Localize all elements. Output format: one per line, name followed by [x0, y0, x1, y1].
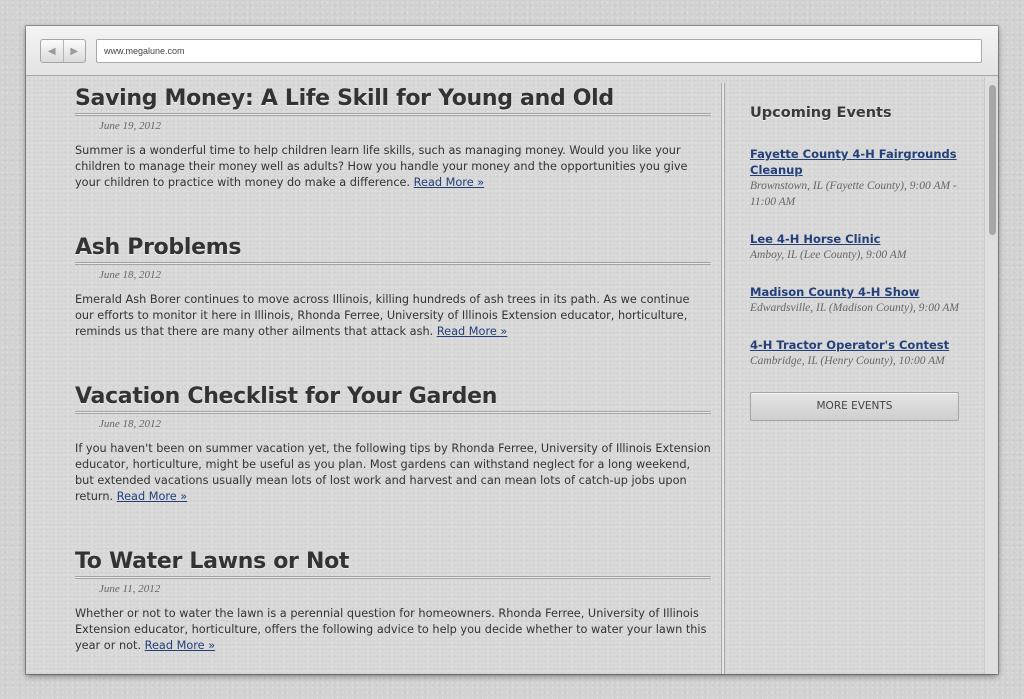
post-date: June 18, 2012: [99, 418, 162, 430]
post-date: June 19, 2012: [99, 120, 162, 132]
forward-button[interactable]: ▶: [62, 40, 86, 62]
event-link[interactable]: Lee 4-H Horse Clinic: [750, 231, 962, 247]
events-sidebar: Upcoming Events Fayette County 4-H Fairg…: [750, 104, 962, 421]
post-title[interactable]: Saving Money: A Life Skill for Young and…: [75, 85, 711, 113]
post: Ash Problems June 18, 2012 Emerald Ash B…: [75, 234, 711, 340]
post-date: June 11, 2012: [99, 583, 161, 595]
event-details: Amboy, IL (Lee County), 9:00 AM: [750, 249, 907, 261]
scrollbar-thumb[interactable]: [989, 85, 996, 235]
event-item: Madison County 4-H Show Edwardsville, IL…: [750, 284, 962, 316]
post: Saving Money: A Life Skill for Young and…: [75, 85, 711, 191]
event-link[interactable]: 4-H Tractor Operator's Contest: [750, 337, 962, 353]
read-more-link[interactable]: Read More »: [145, 639, 215, 652]
event-link[interactable]: Fayette County 4-H Fairgrounds Cleanup: [750, 146, 962, 178]
post: Vacation Checklist for Your Garden June …: [75, 383, 711, 505]
browser-window: ◀ ▶ www.megalune.com Saving Money: A Lif…: [26, 26, 998, 674]
more-events-button[interactable]: MORE EVENTS: [750, 392, 959, 421]
address-bar[interactable]: www.megalune.com: [96, 39, 982, 63]
post-title[interactable]: To Water Lawns or Not: [75, 548, 711, 576]
title-divider: [75, 113, 711, 116]
title-divider: [75, 411, 711, 414]
back-button[interactable]: ◀: [41, 40, 63, 62]
post: To Water Lawns or Not June 11, 2012 Whet…: [75, 548, 711, 654]
back-arrow-icon: ◀: [47, 45, 56, 57]
title-divider: [75, 262, 711, 265]
post-excerpt: If you haven't been on summer vacation y…: [75, 441, 711, 505]
sidebar-title: Upcoming Events: [750, 105, 892, 121]
read-more-link[interactable]: Read More »: [414, 176, 484, 189]
read-more-link[interactable]: Read More »: [437, 325, 507, 338]
forward-arrow-icon: ▶: [70, 45, 79, 57]
event-link[interactable]: Madison County 4-H Show: [750, 284, 962, 300]
post-excerpt: Whether or not to water the lawn is a pe…: [75, 606, 711, 654]
post-date: June 18, 2012: [99, 269, 162, 281]
posts-column: Saving Money: A Life Skill for Young and…: [75, 85, 711, 654]
read-more-link[interactable]: Read More »: [117, 490, 187, 503]
page-content: Saving Money: A Life Skill for Young and…: [26, 77, 984, 674]
post-excerpt: Summer is a wonderful time to help child…: [75, 143, 711, 191]
post-title[interactable]: Ash Problems: [75, 234, 711, 262]
vertical-scrollbar[interactable]: [984, 77, 998, 674]
post-excerpt-text: Emerald Ash Borer continues to move acro…: [75, 293, 690, 338]
event-details: Brownstown, IL (Fayette County), 9:00 AM…: [750, 180, 957, 208]
title-divider: [75, 576, 711, 579]
event-details: Edwardsville, IL (Madison County), 9:00 …: [750, 302, 960, 314]
post-title[interactable]: Vacation Checklist for Your Garden: [75, 383, 711, 411]
post-excerpt: Emerald Ash Borer continues to move acro…: [75, 292, 711, 340]
event-details: Cambridge, IL (Henry County), 10:00 AM: [750, 355, 945, 367]
column-divider: [721, 83, 725, 674]
event-item: Fayette County 4-H Fairgrounds Cleanup B…: [750, 146, 962, 210]
browser-toolbar: ◀ ▶ www.megalune.com: [26, 26, 998, 76]
event-item: 4-H Tractor Operator's Contest Cambridge…: [750, 337, 962, 369]
navigation-buttons: ◀ ▶: [40, 39, 86, 63]
event-item: Lee 4-H Horse Clinic Amboy, IL (Lee Coun…: [750, 231, 962, 263]
post-excerpt-text: Summer is a wonderful time to help child…: [75, 144, 688, 189]
